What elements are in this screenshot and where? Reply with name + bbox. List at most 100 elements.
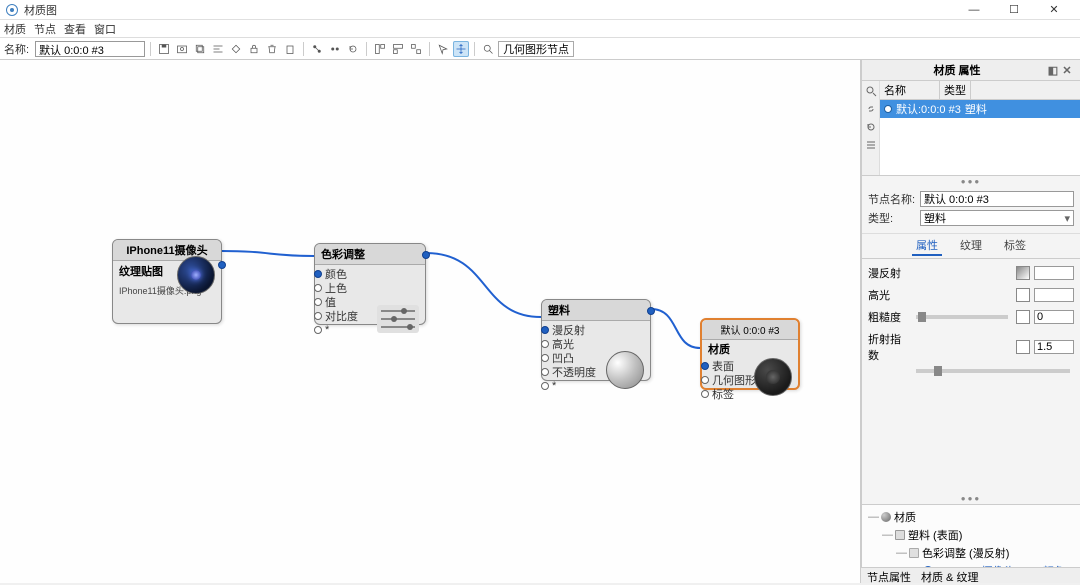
node-name-label: 节点名称:	[868, 191, 916, 207]
maximize-button[interactable]: ☐	[994, 0, 1034, 20]
tab-textures[interactable]: 纹理	[956, 236, 986, 256]
status-mat-tex[interactable]: 材质 & 纹理	[921, 569, 978, 582]
port-out[interactable]	[647, 307, 655, 315]
tool-layout1-icon[interactable]	[372, 41, 388, 57]
property-tabs: 属性 纹理 标签	[862, 234, 1080, 259]
tool-ungroup-icon[interactable]	[327, 41, 343, 57]
tool-group-icon[interactable]	[309, 41, 325, 57]
node-plastic[interactable]: 塑料 漫反射 高光 凹凸 不透明度 *	[541, 299, 651, 381]
texture-thumbnail	[177, 256, 215, 294]
close-button[interactable]: ✕	[1034, 0, 1074, 20]
tool-dup-icon[interactable]	[192, 41, 208, 57]
diffuse-swatch-icon[interactable]	[1016, 266, 1030, 280]
specular-swatch-icon[interactable]	[1016, 288, 1030, 302]
node-canvas[interactable]: IPhone11摄像头 纹理贴图 IPhone11摄像头.png 色彩调整 颜色…	[0, 60, 861, 583]
port-in[interactable]	[314, 298, 322, 306]
tool-zoom-icon[interactable]	[480, 41, 496, 57]
node-material-header: 默认 0:0:0 #3	[702, 320, 798, 340]
roughness-swatch-icon[interactable]	[1016, 310, 1030, 324]
ior-swatch-icon[interactable]	[1016, 340, 1030, 354]
port-in[interactable]	[701, 362, 709, 370]
type-label: 类型:	[868, 210, 916, 226]
tree-toggle[interactable]: —	[896, 547, 906, 559]
node-color-title: 色彩调整	[315, 244, 425, 265]
prop-specular-label: 高光	[868, 287, 908, 303]
panel-close-icon[interactable]: ✕	[1060, 63, 1074, 77]
separator-dots[interactable]: ●●●	[862, 176, 1080, 187]
separator-dots-2[interactable]: ●●●	[862, 493, 1080, 504]
tool-lock-icon[interactable]	[246, 41, 262, 57]
row-icon	[884, 105, 892, 113]
port-out[interactable]	[218, 261, 226, 269]
material-list[interactable]: 名称 类型 默认:0:0:0 #3 塑料	[880, 81, 1080, 175]
tool-trash-icon[interactable]	[264, 41, 280, 57]
roughness-value[interactable]: 0	[1034, 310, 1074, 324]
port-in[interactable]	[541, 340, 549, 348]
mat-list-header: 名称 类型	[880, 81, 1080, 100]
title-bar: 材质图 — ☐ ✕	[0, 0, 1080, 20]
roughness-slider[interactable]	[916, 315, 1008, 319]
tool-align-icon[interactable]	[210, 41, 226, 57]
tab-labels[interactable]: 标签	[1000, 236, 1030, 256]
node-material[interactable]: 默认 0:0:0 #3 材质 表面 几何图形 标签	[700, 318, 800, 390]
tool-move-icon[interactable]	[453, 41, 469, 57]
node-plastic-title: 塑料	[542, 300, 650, 321]
menu-bar: 材质 节点 查看 窗口	[0, 20, 1080, 38]
ior-slider[interactable]	[916, 369, 1070, 373]
tree-plastic[interactable]: 塑料 (表面)	[908, 527, 962, 543]
row-opacity: 不透明度	[552, 364, 596, 380]
tree-toggle[interactable]: —	[868, 511, 878, 523]
tool-arrow-icon[interactable]	[435, 41, 451, 57]
menu-window[interactable]: 窗口	[94, 21, 116, 37]
port-in[interactable]	[701, 390, 709, 398]
tree-material[interactable]: 材质	[894, 509, 916, 525]
tree-plastic-icon	[895, 530, 905, 540]
diffuse-value[interactable]	[1034, 266, 1074, 280]
type-dropdown[interactable]: 塑料	[920, 210, 1074, 226]
tree-coloradj[interactable]: 色彩调整 (漫反射)	[922, 545, 1009, 561]
menu-node[interactable]: 节点	[34, 21, 56, 37]
port-in[interactable]	[314, 284, 322, 292]
menu-material[interactable]: 材质	[4, 21, 26, 37]
search-icon[interactable]	[865, 85, 877, 97]
tool-copy-icon[interactable]	[282, 41, 298, 57]
tree-material-icon	[881, 512, 891, 522]
menu-view[interactable]: 查看	[64, 21, 86, 37]
port-in[interactable]	[314, 326, 322, 334]
port-in[interactable]	[541, 354, 549, 362]
tree-toggle[interactable]: —	[882, 529, 892, 541]
node-name-input[interactable]: 默认 0:0:0 #3	[920, 191, 1074, 207]
col-type[interactable]: 类型	[940, 81, 971, 99]
list-icon[interactable]	[865, 139, 877, 151]
tool-screenshot-icon[interactable]	[174, 41, 190, 57]
tree-coloradj-icon	[909, 548, 919, 558]
name-input[interactable]: 默认 0:0:0 #3	[35, 41, 145, 57]
specular-value[interactable]	[1034, 288, 1074, 302]
port-out[interactable]	[422, 251, 430, 259]
port-in[interactable]	[541, 382, 549, 390]
port-in[interactable]	[314, 270, 322, 278]
tool-save-icon[interactable]	[156, 41, 172, 57]
port-in[interactable]	[541, 368, 549, 376]
node-material-title: 材质	[702, 340, 798, 358]
port-in[interactable]	[541, 326, 549, 334]
node-texture[interactable]: IPhone11摄像头 纹理贴图 IPhone11摄像头.png	[112, 239, 222, 324]
geo-node-field[interactable]: 几何图形节点	[498, 41, 574, 57]
tool-layout3-icon[interactable]	[408, 41, 424, 57]
status-node-props[interactable]: 节点属性	[867, 569, 911, 582]
mat-list-row[interactable]: 默认:0:0:0 #3 塑料	[880, 100, 1080, 118]
refresh-icon[interactable]	[865, 121, 877, 133]
panel-header: 材质 属性 ◧ ✕	[862, 60, 1080, 81]
minimize-button[interactable]: —	[954, 0, 994, 20]
tool-layout2-icon[interactable]	[390, 41, 406, 57]
panel-undock-icon[interactable]: ◧	[1046, 63, 1060, 77]
node-color-adjust[interactable]: 色彩调整 颜色 上色 值 对比度 *	[314, 243, 426, 325]
port-in[interactable]	[314, 312, 322, 320]
col-name[interactable]: 名称	[880, 81, 940, 99]
port-in[interactable]	[701, 376, 709, 384]
link-icon[interactable]	[865, 103, 877, 115]
tool-grid-icon[interactable]	[228, 41, 244, 57]
tab-properties[interactable]: 属性	[912, 236, 942, 256]
tool-refresh-icon[interactable]	[345, 41, 361, 57]
ior-value[interactable]: 1.5	[1034, 340, 1074, 354]
